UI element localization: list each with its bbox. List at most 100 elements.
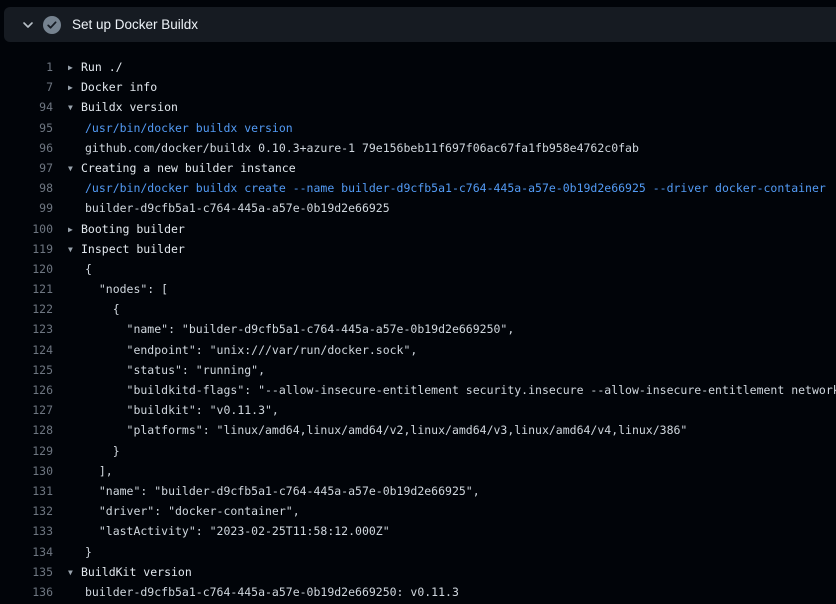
line-number[interactable]: 130: [0, 461, 53, 481]
output-text: builder-d9cfb5a1-c764-445a-a57e-0b19d2e6…: [53, 582, 459, 602]
log-group-row[interactable]: 100▶Booting builder: [0, 219, 836, 239]
output-text: "name": "builder-d9cfb5a1-c764-445a-a57e…: [53, 481, 480, 501]
log-row: 123 "name": "builder-d9cfb5a1-c764-445a-…: [0, 319, 836, 339]
line-number[interactable]: 95: [0, 118, 53, 138]
line-number[interactable]: 131: [0, 481, 53, 501]
line-number[interactable]: 98: [0, 178, 53, 198]
line-number[interactable]: 7: [0, 77, 53, 97]
group-toggle[interactable]: ▶Booting builder: [53, 219, 185, 239]
group-title: Creating a new builder instance: [81, 161, 296, 175]
chevron-down-icon[interactable]: [21, 18, 35, 32]
line-number[interactable]: 132: [0, 501, 53, 521]
line-number[interactable]: 135: [0, 562, 53, 582]
command-text: /usr/bin/docker buildx version: [53, 118, 293, 138]
group-toggle[interactable]: ▼Buildx version: [53, 97, 178, 117]
log-row: 95/usr/bin/docker buildx version: [0, 118, 836, 138]
line-number[interactable]: 1: [0, 57, 53, 77]
line-number[interactable]: 100: [0, 219, 53, 239]
output-text: "buildkitd-flags": "--allow-insecure-ent…: [53, 380, 836, 400]
log-row: 99builder-d9cfb5a1-c764-445a-a57e-0b19d2…: [0, 198, 836, 218]
log-group-row[interactable]: 119▼Inspect builder: [0, 239, 836, 259]
group-toggle[interactable]: ▼Inspect builder: [53, 239, 185, 259]
log-row: 133 "lastActivity": "2023-02-25T11:58:12…: [0, 521, 836, 541]
output-text: }: [53, 441, 120, 461]
output-text: "lastActivity": "2023-02-25T11:58:12.000…: [53, 521, 390, 541]
group-expanded-icon[interactable]: ▼: [68, 240, 81, 259]
output-text: "name": "builder-d9cfb5a1-c764-445a-a57e…: [53, 319, 514, 339]
group-title: Docker info: [81, 80, 157, 94]
group-toggle[interactable]: ▶Docker info: [53, 77, 157, 97]
line-number[interactable]: 94: [0, 97, 53, 117]
output-text: "status": "running",: [53, 360, 265, 380]
log-group-row[interactable]: 97▼Creating a new builder instance: [0, 158, 836, 178]
log-row: 124 "endpoint": "unix:///var/run/docker.…: [0, 340, 836, 360]
group-toggle[interactable]: ▶Run ./: [53, 57, 123, 77]
log-group-row[interactable]: 135▼BuildKit version: [0, 562, 836, 582]
line-number[interactable]: 122: [0, 299, 53, 319]
line-number[interactable]: 136: [0, 582, 53, 602]
group-title: Booting builder: [81, 222, 185, 236]
line-number[interactable]: 134: [0, 542, 53, 562]
line-number[interactable]: 97: [0, 158, 53, 178]
output-text: "buildkit": "v0.11.3",: [53, 400, 279, 420]
log-row: 125 "status": "running",: [0, 360, 836, 380]
log-row: 122 {: [0, 299, 836, 319]
output-text: "platforms": "linux/amd64,linux/amd64/v2…: [53, 420, 687, 440]
line-number[interactable]: 123: [0, 319, 53, 339]
output-text: ],: [53, 461, 113, 481]
log-group-row[interactable]: 94▼Buildx version: [0, 97, 836, 117]
output-text: "nodes": [: [53, 279, 168, 299]
group-expanded-icon[interactable]: ▼: [68, 159, 81, 178]
log-group-row[interactable]: 1▶Run ./: [0, 57, 836, 77]
log-row: 128 "platforms": "linux/amd64,linux/amd6…: [0, 420, 836, 440]
line-number[interactable]: 128: [0, 420, 53, 440]
log-row: 127 "buildkit": "v0.11.3",: [0, 400, 836, 420]
line-number[interactable]: 125: [0, 360, 53, 380]
line-number[interactable]: 96: [0, 138, 53, 158]
command-text: /usr/bin/docker buildx create --name bui…: [53, 178, 826, 198]
output-text: github.com/docker/buildx 0.10.3+azure-1 …: [53, 138, 639, 158]
output-text: builder-d9cfb5a1-c764-445a-a57e-0b19d2e6…: [53, 198, 390, 218]
step-status-check-icon: [43, 16, 61, 34]
output-text: }: [53, 542, 92, 562]
group-title: Run ./: [81, 60, 123, 74]
log-row: 134}: [0, 542, 836, 562]
step-header[interactable]: Set up Docker Buildx: [4, 7, 836, 42]
group-expanded-icon[interactable]: ▼: [68, 563, 81, 582]
output-text: {: [53, 259, 92, 279]
workflow-log-viewer: Set up Docker Buildx 1▶Run ./7▶Docker in…: [0, 0, 836, 604]
line-number[interactable]: 119: [0, 239, 53, 259]
log-row: 136builder-d9cfb5a1-c764-445a-a57e-0b19d…: [0, 582, 836, 602]
line-number[interactable]: 120: [0, 259, 53, 279]
log-row: 126 "buildkitd-flags": "--allow-insecure…: [0, 380, 836, 400]
group-title: BuildKit version: [81, 565, 192, 579]
line-number[interactable]: 126: [0, 380, 53, 400]
log-lines-container: 1▶Run ./7▶Docker info94▼Buildx version95…: [0, 57, 836, 602]
group-title: Buildx version: [81, 100, 178, 114]
line-number[interactable]: 127: [0, 400, 53, 420]
line-number[interactable]: 129: [0, 441, 53, 461]
line-number[interactable]: 121: [0, 279, 53, 299]
log-row: 131 "name": "builder-d9cfb5a1-c764-445a-…: [0, 481, 836, 501]
output-text: "driver": "docker-container",: [53, 501, 300, 521]
line-number[interactable]: 133: [0, 521, 53, 541]
group-toggle[interactable]: ▼BuildKit version: [53, 562, 192, 582]
group-title: Inspect builder: [81, 242, 185, 256]
group-toggle[interactable]: ▼Creating a new builder instance: [53, 158, 296, 178]
output-text: {: [53, 299, 120, 319]
output-text: "endpoint": "unix:///var/run/docker.sock…: [53, 340, 417, 360]
group-collapsed-icon[interactable]: ▶: [68, 220, 81, 239]
log-row: 130 ],: [0, 461, 836, 481]
group-collapsed-icon[interactable]: ▶: [68, 58, 81, 77]
log-row: 96github.com/docker/buildx 0.10.3+azure-…: [0, 138, 836, 158]
log-row: 121 "nodes": [: [0, 279, 836, 299]
line-number[interactable]: 99: [0, 198, 53, 218]
group-expanded-icon[interactable]: ▼: [68, 98, 81, 117]
line-number[interactable]: 124: [0, 340, 53, 360]
log-group-row[interactable]: 7▶Docker info: [0, 77, 836, 97]
group-collapsed-icon[interactable]: ▶: [68, 78, 81, 97]
log-row: 98/usr/bin/docker buildx create --name b…: [0, 178, 836, 198]
log-row: 132 "driver": "docker-container",: [0, 501, 836, 521]
step-title: Set up Docker Buildx: [72, 17, 198, 32]
log-row: 120{: [0, 259, 836, 279]
